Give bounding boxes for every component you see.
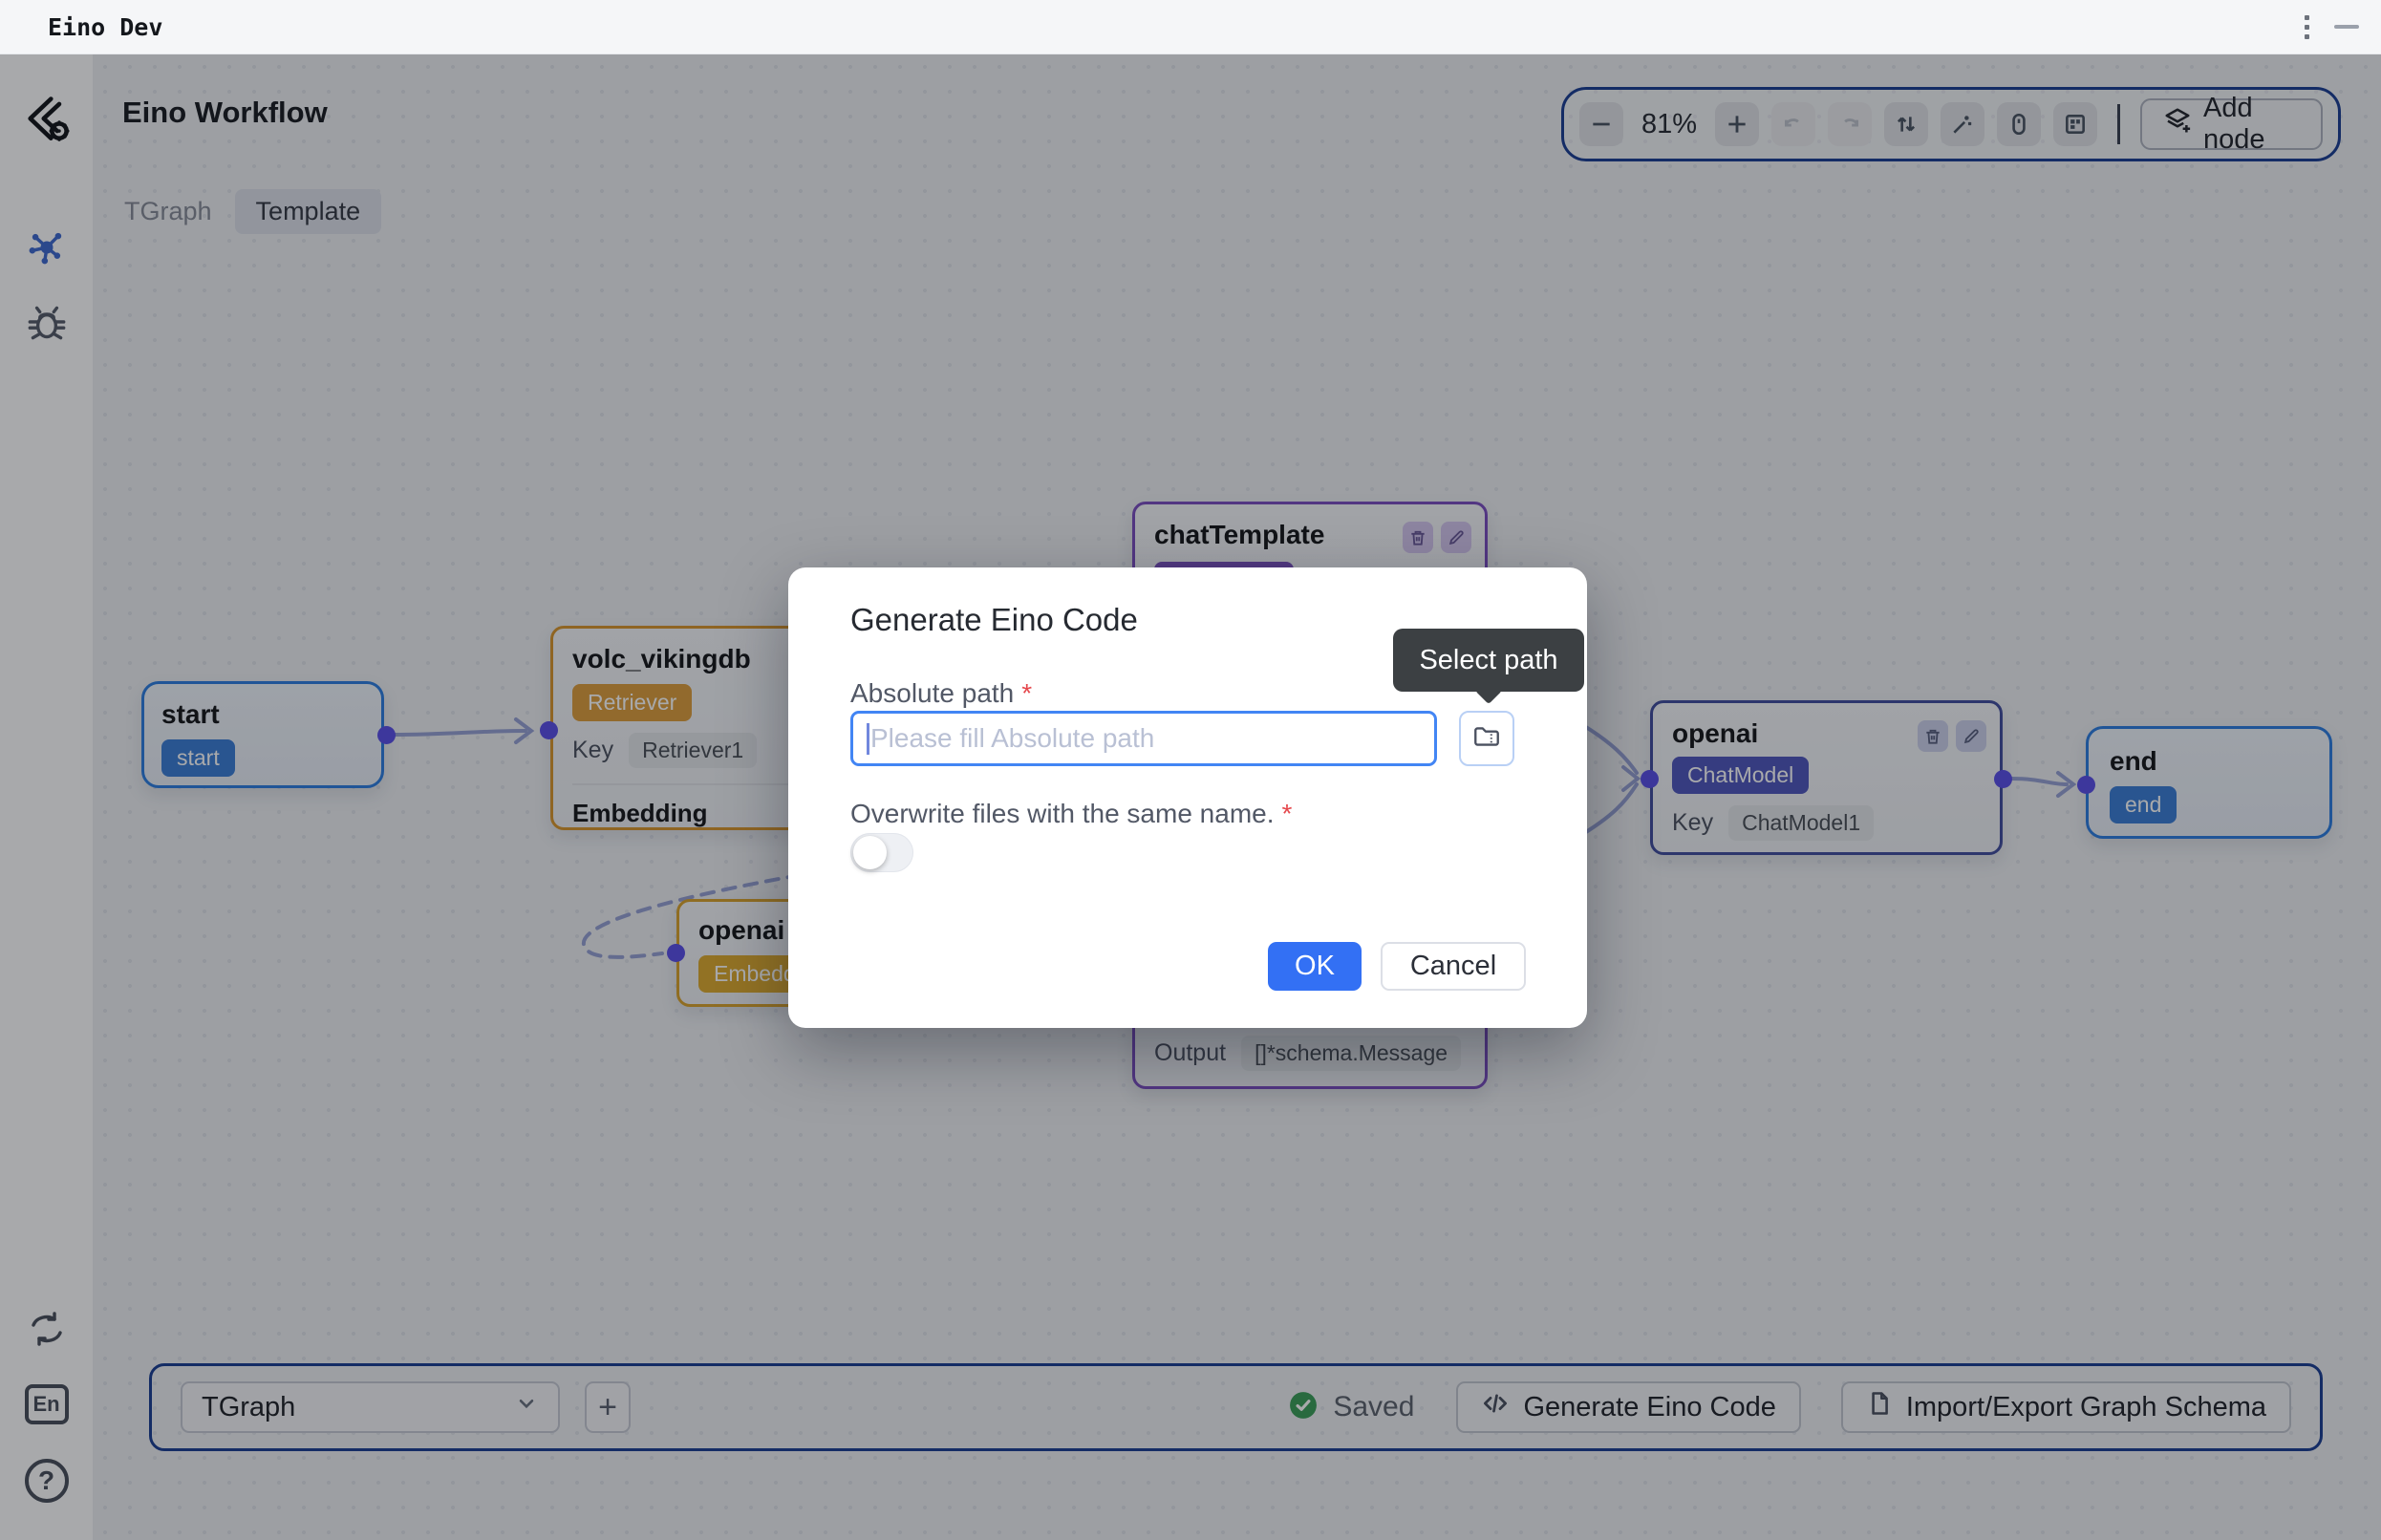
modal-title: Generate Eino Code: [850, 602, 1138, 638]
required-marker: *: [1282, 799, 1293, 828]
text-caret: [867, 723, 869, 755]
select-path-button[interactable]: [1459, 711, 1514, 766]
select-path-tooltip: Select path: [1393, 629, 1584, 692]
required-marker: *: [1021, 678, 1032, 708]
absolute-path-label: Absolute path*: [850, 678, 1032, 709]
folder-icon: [1471, 721, 1502, 757]
overwrite-label: Overwrite files with the same name.*: [850, 799, 1292, 829]
window-menu-icon[interactable]: [2299, 15, 2314, 40]
cancel-button[interactable]: Cancel: [1381, 942, 1526, 991]
absolute-path-input[interactable]: [850, 711, 1437, 766]
minimize-icon[interactable]: [2334, 25, 2359, 29]
window-titlebar: Eino Dev: [0, 0, 2381, 54]
overwrite-toggle[interactable]: [850, 833, 913, 872]
toggle-knob: [853, 836, 887, 869]
ok-button[interactable]: OK: [1268, 942, 1362, 991]
app-title: Eino Dev: [48, 0, 162, 54]
